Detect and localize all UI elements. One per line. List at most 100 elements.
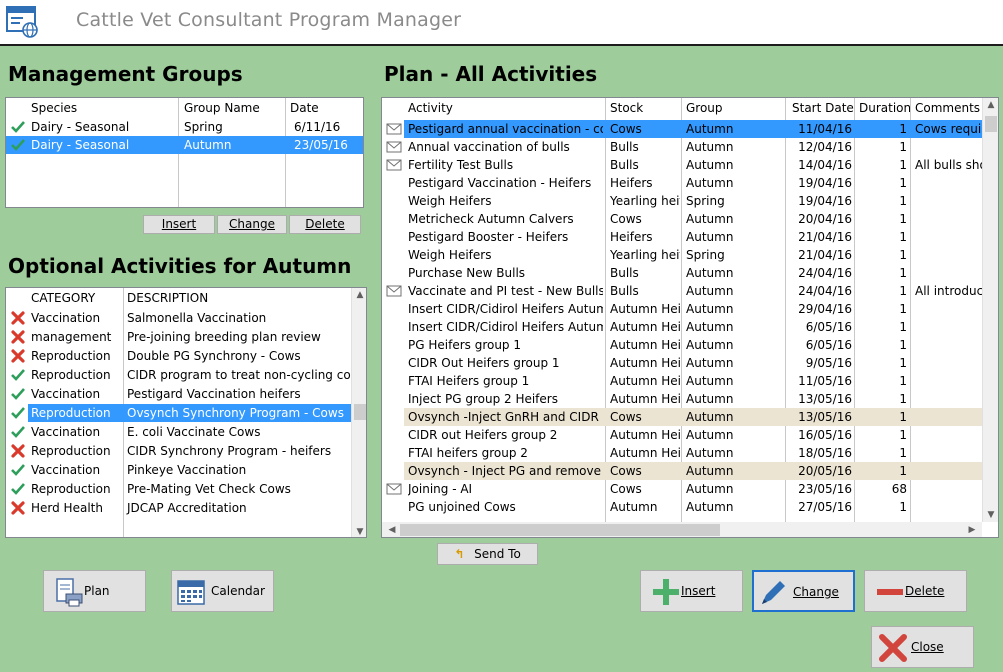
groups-change-button[interactable]: Change bbox=[217, 215, 287, 234]
table-row[interactable]: Weigh Heifers Yearling heife Spring 21/04/1… bbox=[382, 246, 982, 264]
cell-group: Autumn bbox=[686, 500, 734, 514]
list-item[interactable]: Reproduction CIDR program to treat non-cy… bbox=[6, 366, 351, 384]
cell-duration: 1 bbox=[899, 248, 907, 262]
table-row[interactable]: Inject PG group 2 Heifers Autumn Heife Aut… bbox=[382, 390, 982, 408]
send-to-button[interactable]: ↰ Send To bbox=[437, 543, 538, 565]
table-row[interactable]: CIDR Out Heifers group 1 Autumn Heife Autu… bbox=[382, 354, 982, 372]
check-icon bbox=[11, 464, 25, 476]
column-description[interactable]: DESCRIPTION bbox=[127, 291, 208, 305]
cell-start-date: 27/05/16 bbox=[798, 500, 852, 514]
table-row[interactable]: FTAI heifers group 2 Autumn Heife Autumn 18… bbox=[382, 444, 982, 462]
envelope-icon bbox=[386, 159, 402, 171]
minus-icon bbox=[877, 589, 903, 595]
table-row[interactable]: FTAI Heifers group 1Autumn HeifeAutumn11… bbox=[382, 372, 982, 390]
calendar-button[interactable]: Calendar bbox=[171, 570, 274, 612]
table-row[interactable]: Metricheck Autumn Calvers Cows Autumn 20/04… bbox=[382, 210, 982, 228]
table-row[interactable]: Vaccinate and PI test - New Bulls Bulls Au… bbox=[382, 282, 982, 300]
column-comments[interactable]: Comments bbox=[915, 101, 980, 115]
cell-start-date: 6/05/16 bbox=[805, 320, 852, 334]
cell-duration: 1 bbox=[899, 302, 907, 316]
table-row[interactable]: Fertility Test Bulls Bulls Autumn 14/04/16 1… bbox=[382, 156, 982, 174]
column-group-name[interactable]: Group Name bbox=[184, 101, 260, 115]
cell-activity: Fertility Test Bulls bbox=[408, 158, 514, 172]
column-stock[interactable]: Stock bbox=[610, 101, 643, 115]
scroll-left-icon[interactable]: ◀ bbox=[384, 525, 400, 535]
cell-group: Autumn bbox=[686, 446, 734, 460]
table-row[interactable]: Purchase New Bulls Bulls Autumn 24/04/16 1 bbox=[382, 264, 982, 282]
table-row[interactable]: PG unjoined Cows Autumn Autumn 27/05/16 1 bbox=[382, 498, 982, 516]
list-item[interactable]: management Pre-joining breeding plan revi… bbox=[6, 328, 351, 346]
cell-duration: 1 bbox=[899, 266, 907, 280]
cell-stock: Bulls bbox=[610, 158, 639, 172]
scrollbar-thumb[interactable] bbox=[354, 404, 366, 420]
cross-icon bbox=[11, 311, 25, 325]
table-row[interactable]: Weigh Heifers Yearling heife Spring 19/04/1… bbox=[382, 192, 982, 210]
cell-start-date: 16/05/16 bbox=[798, 428, 852, 442]
cell-group: Autumn bbox=[686, 140, 734, 154]
column-start-date[interactable]: Start Date bbox=[792, 101, 854, 115]
column-date[interactable]: Date bbox=[290, 101, 319, 115]
table-row[interactable]: CIDR out Heifers group 2 Autumn Heife Autu… bbox=[382, 426, 982, 444]
table-row[interactable]: Insert CIDR/Cidirol Heifers Autumn g Autu… bbox=[382, 318, 982, 336]
list-item[interactable]: Vaccination E. coli Vaccinate Cows bbox=[6, 423, 351, 441]
cell-duration: 1 bbox=[899, 374, 907, 388]
table-row[interactable]: Pestigard annual vaccination - cows Cows A… bbox=[382, 120, 982, 138]
cell-duration: 1 bbox=[899, 284, 907, 298]
table-row[interactable]: Dairy - Seasonal Spring 6/11/16 bbox=[6, 118, 363, 136]
table-row[interactable]: Pestigard Vaccination - Heifers Heifers Au… bbox=[382, 174, 982, 192]
vertical-scrollbar[interactable]: ▲ ▼ bbox=[351, 288, 366, 537]
column-duration[interactable]: Duration bbox=[859, 101, 911, 115]
plan-activities-table[interactable]: Activity Stock Group Start Date Duration… bbox=[381, 97, 999, 538]
column-species[interactable]: Species bbox=[31, 101, 77, 115]
table-row[interactable]: Ovsynch - Inject PG and remove CIDR Cows A… bbox=[382, 462, 982, 480]
cell-group: Autumn bbox=[686, 212, 734, 226]
plan-insert-button[interactable]: Insert bbox=[640, 570, 743, 612]
cell-stock: Bulls bbox=[610, 266, 639, 280]
groups-delete-button[interactable]: Delete bbox=[289, 215, 361, 234]
column-category[interactable]: CATEGORY bbox=[31, 291, 95, 305]
list-item[interactable]: Vaccination Pinkeye Vaccination bbox=[6, 461, 351, 479]
list-item[interactable]: Reproduction Ovsynch Synchrony Program - … bbox=[6, 404, 351, 422]
list-item[interactable]: Herd Health JDCAP Accreditation bbox=[6, 499, 351, 517]
cell-start-date: 24/04/16 bbox=[798, 266, 852, 280]
table-row[interactable]: Pestigard Booster - Heifers Heifers Autumn… bbox=[382, 228, 982, 246]
table-row[interactable]: PG Heifers group 1 Autumn Heife Autumn 6/05… bbox=[382, 336, 982, 354]
scrollbar-thumb[interactable] bbox=[985, 116, 997, 132]
scroll-right-icon[interactable]: ▶ bbox=[964, 525, 980, 535]
close-button[interactable]: Close bbox=[871, 626, 974, 668]
column-group[interactable]: Group bbox=[686, 101, 723, 115]
management-groups-table[interactable]: Species Group Name Date Dairy - Seasonal… bbox=[5, 97, 364, 208]
table-row[interactable]: Joining - AI Cows Autumn 23/05/16 68 bbox=[382, 480, 982, 498]
check-icon bbox=[11, 139, 25, 151]
cell-description: Pre-joining breeding plan review bbox=[127, 330, 321, 344]
cell-start-date: 21/04/16 bbox=[798, 248, 852, 262]
horizontal-scrollbar[interactable]: ◀ ▶ bbox=[382, 522, 982, 537]
plan-button[interactable]: Plan bbox=[43, 570, 146, 612]
cell-activity: Purchase New Bulls bbox=[408, 266, 526, 280]
vertical-scrollbar[interactable]: ▲ ▼ bbox=[982, 98, 998, 522]
table-row[interactable]: Ovsynch -Inject GnRH and CIDR Cows Autumn 1… bbox=[382, 408, 982, 426]
cell-activity: CIDR out Heifers group 2 bbox=[408, 428, 558, 442]
cell-stock: Autumn Heife bbox=[610, 302, 680, 316]
plan-change-button[interactable]: Change bbox=[752, 570, 855, 612]
list-item[interactable]: Reproduction Double PG Synchrony - Cows bbox=[6, 347, 351, 365]
table-row[interactable]: Insert CIDR/Cidirol Heifers Autumn g Autu… bbox=[382, 300, 982, 318]
cell-category: Herd Health bbox=[31, 501, 103, 515]
scroll-down-icon[interactable]: ▼ bbox=[983, 510, 998, 520]
table-row[interactable]: Dairy - Seasonal Autumn 23/05/16 bbox=[6, 136, 363, 154]
scrollbar-thumb[interactable] bbox=[400, 524, 720, 536]
scroll-up-icon[interactable]: ▲ bbox=[352, 290, 366, 300]
list-item[interactable]: Vaccination Pestigard Vaccination heifers bbox=[6, 385, 351, 403]
optional-activities-table[interactable]: CATEGORY DESCRIPTION Vaccination Salmonel… bbox=[5, 287, 367, 538]
list-item[interactable]: Reproduction Pre-Mating Vet Check Cows bbox=[6, 480, 351, 498]
plan-delete-button[interactable]: Delete bbox=[864, 570, 967, 612]
cell-stock: Bulls bbox=[610, 284, 639, 298]
table-header: Activity Stock Group Start Date Duration… bbox=[382, 98, 998, 118]
list-item[interactable]: Reproduction CIDR Synchrony Program - hei… bbox=[6, 442, 351, 460]
table-row[interactable]: Annual vaccination of bulls Bulls Autumn 12… bbox=[382, 138, 982, 156]
scroll-down-icon[interactable]: ▼ bbox=[352, 527, 366, 537]
column-activity[interactable]: Activity bbox=[408, 101, 453, 115]
list-item[interactable]: Vaccination Salmonella Vaccination bbox=[6, 309, 351, 327]
groups-insert-button[interactable]: Insert bbox=[143, 215, 215, 234]
scroll-up-icon[interactable]: ▲ bbox=[983, 100, 998, 110]
